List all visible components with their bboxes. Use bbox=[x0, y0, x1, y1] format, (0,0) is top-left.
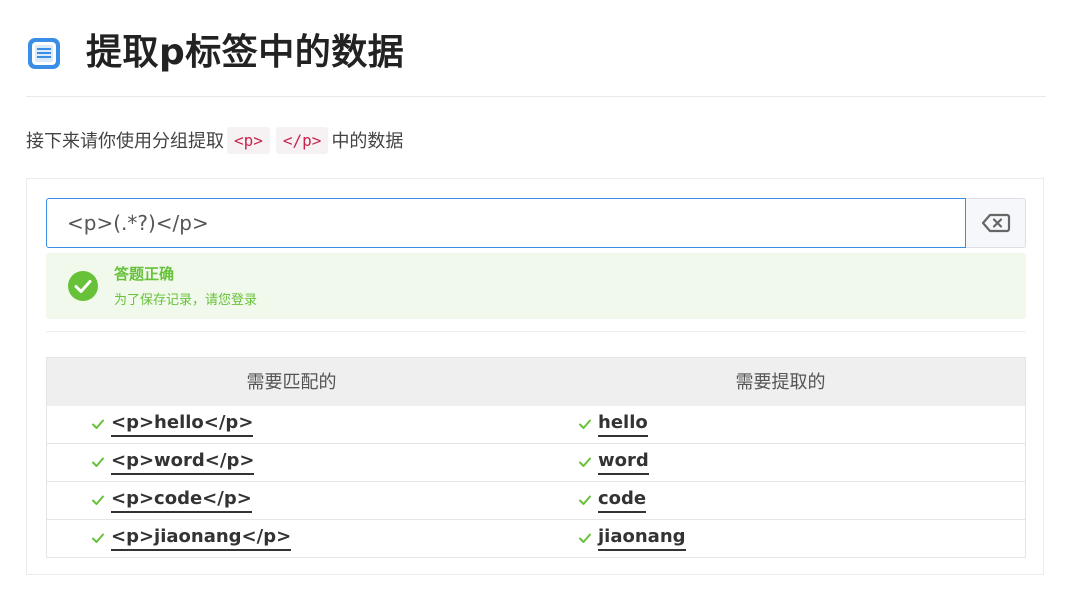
check-icon bbox=[579, 533, 591, 543]
check-icon bbox=[92, 457, 104, 467]
header-extract: 需要提取的 bbox=[735, 372, 826, 393]
code-open-tag: <p> bbox=[227, 126, 270, 154]
match-text: <p>hello</p> bbox=[111, 412, 254, 437]
exercise-panel: 答题正确 为了保存记录，请您登录 需要匹配的 需要提取的 <p>hello</p… bbox=[26, 178, 1044, 575]
section-divider bbox=[46, 331, 1026, 332]
instruction-prefix: 接下来请你使用分组提取 bbox=[26, 131, 224, 152]
table-header: 需要匹配的 需要提取的 bbox=[47, 358, 1025, 406]
check-icon bbox=[579, 457, 591, 467]
header-match: 需要匹配的 bbox=[246, 372, 337, 393]
regex-answer-input[interactable] bbox=[46, 198, 966, 248]
success-alert: 答题正确 为了保存记录，请您登录 bbox=[46, 253, 1026, 319]
extract-text: jiaonang bbox=[598, 526, 686, 551]
extract-cell: jiaonang bbox=[536, 520, 1025, 557]
match-cell: <p>word</p> bbox=[47, 444, 536, 481]
code-close-tag: </p> bbox=[275, 126, 329, 154]
extract-cell: code bbox=[536, 482, 1025, 519]
extract-text: code bbox=[598, 488, 647, 513]
check-icon bbox=[92, 533, 104, 543]
extract-cell: word bbox=[536, 444, 1025, 481]
backspace-icon bbox=[981, 213, 1010, 233]
match-cell: <p>jiaonang</p> bbox=[47, 520, 536, 557]
alert-description: 为了保存记录，请您登录 bbox=[114, 293, 258, 308]
table-row: <p>hello</p> hello bbox=[47, 406, 1025, 443]
page-title: 提取p标签中的数据 bbox=[86, 32, 405, 73]
table-row: <p>jiaonang</p> jiaonang bbox=[47, 519, 1025, 557]
check-icon bbox=[92, 495, 104, 505]
extract-text: word bbox=[598, 450, 649, 475]
match-text: <p>code</p> bbox=[111, 488, 252, 513]
page-header: 提取p标签中的数据 bbox=[26, 28, 404, 78]
table-row: <p>word</p> word bbox=[47, 443, 1025, 481]
check-icon bbox=[579, 495, 591, 505]
instruction-suffix: 中的数据 bbox=[331, 131, 404, 152]
table-row: <p>code</p> code bbox=[47, 481, 1025, 519]
clear-button[interactable] bbox=[966, 198, 1026, 248]
header-divider bbox=[26, 96, 1046, 97]
document-icon bbox=[28, 38, 60, 69]
match-text: <p>jiaonang</p> bbox=[111, 526, 292, 551]
extract-cell: hello bbox=[536, 406, 1025, 443]
alert-title: 答题正确 bbox=[114, 265, 175, 283]
match-cell: <p>code</p> bbox=[47, 482, 536, 519]
instruction-text: 接下来请你使用分组提取 <p> </p> 中的数据 bbox=[26, 124, 403, 156]
match-text: <p>word</p> bbox=[111, 450, 255, 475]
results-table: 需要匹配的 需要提取的 <p>hello</p> hello <p>word</… bbox=[46, 357, 1026, 558]
match-cell: <p>hello</p> bbox=[47, 406, 536, 443]
extract-text: hello bbox=[598, 412, 648, 437]
check-icon bbox=[579, 419, 591, 429]
check-icon bbox=[92, 419, 104, 429]
check-circle-icon bbox=[68, 271, 98, 301]
